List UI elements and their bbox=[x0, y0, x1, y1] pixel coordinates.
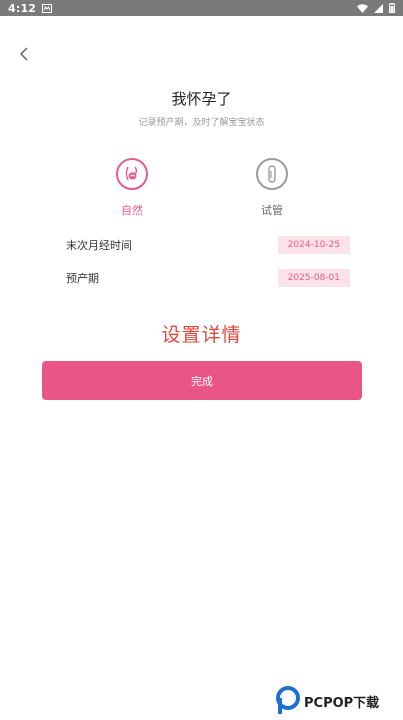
battery-icon bbox=[389, 3, 395, 13]
last-period-date-picker[interactable]: 2024-10-25 bbox=[277, 236, 350, 254]
page-subtitle: 记录预产期，及时了解宝宝状态 bbox=[138, 118, 265, 128]
status-time: 4:12 bbox=[8, 1, 37, 15]
field-due-date: 预产期 2025-08-01 bbox=[66, 268, 350, 288]
pcpop-logo-icon bbox=[276, 686, 300, 714]
test-tube-icon bbox=[256, 158, 288, 190]
page-title: 我怀孕了 bbox=[171, 90, 232, 108]
option-label: 试管 bbox=[261, 204, 283, 217]
watermark-text: PCPOP下载 bbox=[304, 695, 380, 711]
done-button[interactable]: 完成 bbox=[42, 361, 362, 400]
option-natural[interactable]: 自然 bbox=[102, 158, 162, 218]
option-label: 自然 bbox=[121, 204, 143, 217]
option-ivf[interactable]: 试管 bbox=[242, 158, 302, 218]
field-last-period: 末次月经时间 2024-10-25 bbox=[66, 235, 350, 255]
section-heading: 设置详情 bbox=[161, 324, 242, 346]
chevron-left-icon bbox=[19, 47, 28, 61]
wifi-icon bbox=[357, 3, 368, 13]
screen: 4:12 我怀孕了 记录预产期，及时了解宝宝状态 自然 试管 末次月经时间 20… bbox=[0, 0, 403, 720]
notification-icon bbox=[42, 3, 53, 13]
signal-icon bbox=[374, 3, 383, 13]
back-button[interactable] bbox=[14, 44, 34, 64]
natural-pregnancy-icon bbox=[116, 158, 148, 190]
status-bar: 4:12 bbox=[0, 0, 403, 16]
watermark: PCPOP下载 bbox=[276, 682, 403, 720]
status-icons bbox=[357, 3, 395, 13]
due-date-picker[interactable]: 2025-08-01 bbox=[277, 269, 350, 287]
field-label: 末次月经时间 bbox=[66, 239, 132, 252]
field-label: 预产期 bbox=[66, 272, 99, 285]
